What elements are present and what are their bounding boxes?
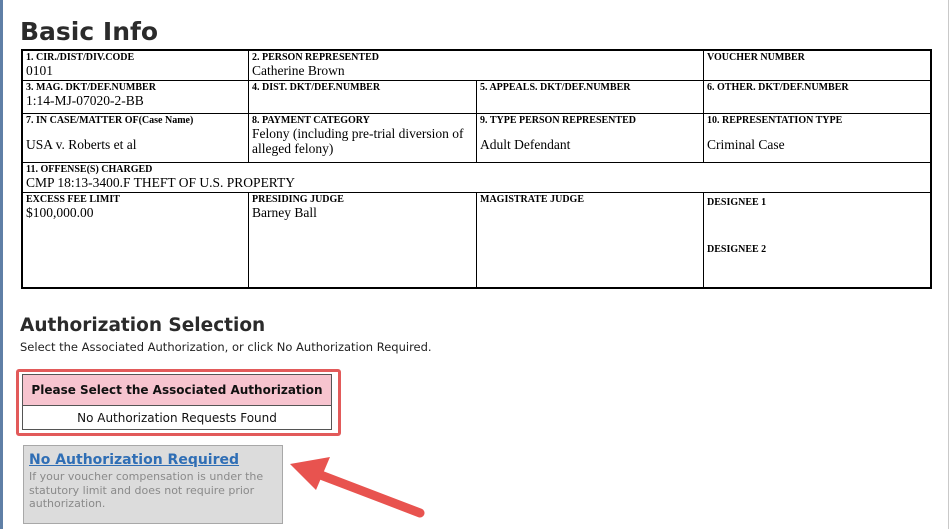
mag-dkt-cell: 3. MAG. DKT/DEF.NUMBER 1:14-MJ-07020-2-B… xyxy=(23,81,249,114)
person-represented-label: 2. PERSON REPRESENTED xyxy=(252,52,379,63)
basic-info-grid: 1. CIR./DIST/DIV.CODE 0101 2. PERSON REP… xyxy=(21,49,932,289)
basic-info-title: Basic Info xyxy=(20,17,159,46)
appeals-dkt-label: 5. APPEALS. DKT/DEF.NUMBER xyxy=(480,82,631,93)
payment-category-cell: 8. PAYMENT CATEGORY Felony (including pr… xyxy=(249,114,477,163)
person-represented-value: Catherine Brown xyxy=(252,63,345,78)
type-person-cell: 9. TYPE PERSON REPRESENTED Adult Defenda… xyxy=(477,114,704,163)
designee-1-label: DESIGNEE 1 xyxy=(707,197,767,208)
authorization-help-text: Select the Associated Authorization, or … xyxy=(20,340,432,354)
type-person-value: Adult Defendant xyxy=(480,137,571,152)
voucher-number-label: VOUCHER NUMBER xyxy=(707,52,805,63)
offense-cell: 11. OFFENSE(S) CHARGED CMP 18:13-3400.F … xyxy=(23,163,930,193)
excess-fee-label: EXCESS FEE LIMIT xyxy=(26,194,120,205)
offense-label: 11. OFFENSE(S) CHARGED xyxy=(26,164,153,175)
no-authorization-box[interactable]: No Authorization Required If your vouche… xyxy=(23,445,283,524)
magistrate-judge-cell: MAGISTRATE JUDGE xyxy=(477,193,704,287)
case-name-value: USA v. Roberts et al xyxy=(26,137,137,152)
magistrate-judge-label: MAGISTRATE JUDGE xyxy=(480,194,584,205)
offense-value: CMP 18:13-3400.F THEFT OF U.S. PROPERTY xyxy=(26,175,295,190)
arrow-head xyxy=(290,457,330,490)
cir-code-cell: 1. CIR./DIST/DIV.CODE 0101 xyxy=(23,51,249,81)
no-authorization-required-link[interactable]: No Authorization Required xyxy=(29,452,277,469)
authorization-table-header: Please Select the Associated Authorizati… xyxy=(23,375,331,406)
excess-fee-value: $100,000.00 xyxy=(26,205,94,220)
presiding-judge-cell: PRESIDING JUDGE Barney Ball xyxy=(249,193,477,287)
cir-code-label: 1. CIR./DIST/DIV.CODE xyxy=(26,52,135,63)
mag-dkt-label: 3. MAG. DKT/DEF.NUMBER xyxy=(26,82,156,93)
voucher-number-cell: VOUCHER NUMBER xyxy=(704,51,930,81)
representation-type-label: 10. REPRESENTATION TYPE xyxy=(707,115,843,126)
appeals-dkt-cell: 5. APPEALS. DKT/DEF.NUMBER xyxy=(477,81,704,114)
designee-2-label: DESIGNEE 2 xyxy=(707,244,767,255)
case-name-cell: 7. IN CASE/MATTER OF(Case Name) USA v. R… xyxy=(23,114,249,163)
presiding-judge-label: PRESIDING JUDGE xyxy=(252,194,344,205)
authorization-empty-message: No Authorization Requests Found xyxy=(77,411,277,425)
other-dkt-cell: 6. OTHER. DKT/DEF.NUMBER xyxy=(704,81,930,114)
excess-fee-cell: EXCESS FEE LIMIT $100,000.00 xyxy=(23,193,249,287)
authorization-table: Please Select the Associated Authorizati… xyxy=(22,374,332,430)
designee-cell: DESIGNEE 1 DESIGNEE 2 xyxy=(704,193,930,287)
representation-type-cell: 10. REPRESENTATION TYPE Criminal Case xyxy=(704,114,930,163)
other-dkt-label: 6. OTHER. DKT/DEF.NUMBER xyxy=(707,82,849,93)
window-right-edge xyxy=(948,0,949,529)
arrow-shaft xyxy=(313,469,425,518)
authorization-selection-title: Authorization Selection xyxy=(20,315,266,336)
payment-category-label: 8. PAYMENT CATEGORY xyxy=(252,115,370,126)
mag-dkt-value: 1:14-MJ-07020-2-BB xyxy=(26,93,144,108)
payment-category-value: Felony (including pre-trial diversion of… xyxy=(252,126,464,156)
representation-type-value: Criminal Case xyxy=(707,137,785,152)
case-name-label: 7. IN CASE/MATTER OF(Case Name) xyxy=(26,115,194,126)
cir-code-value: 0101 xyxy=(26,63,53,78)
window-left-edge xyxy=(0,0,3,529)
dist-dkt-label: 4. DIST. DKT/DEF.NUMBER xyxy=(252,82,381,93)
dist-dkt-cell: 4. DIST. DKT/DEF.NUMBER xyxy=(249,81,477,114)
person-represented-cell: 2. PERSON REPRESENTED Catherine Brown xyxy=(249,51,704,81)
presiding-judge-value: Barney Ball xyxy=(252,205,317,220)
type-person-label: 9. TYPE PERSON REPRESENTED xyxy=(480,115,636,126)
no-authorization-description: If your voucher compensation is under th… xyxy=(29,470,264,510)
